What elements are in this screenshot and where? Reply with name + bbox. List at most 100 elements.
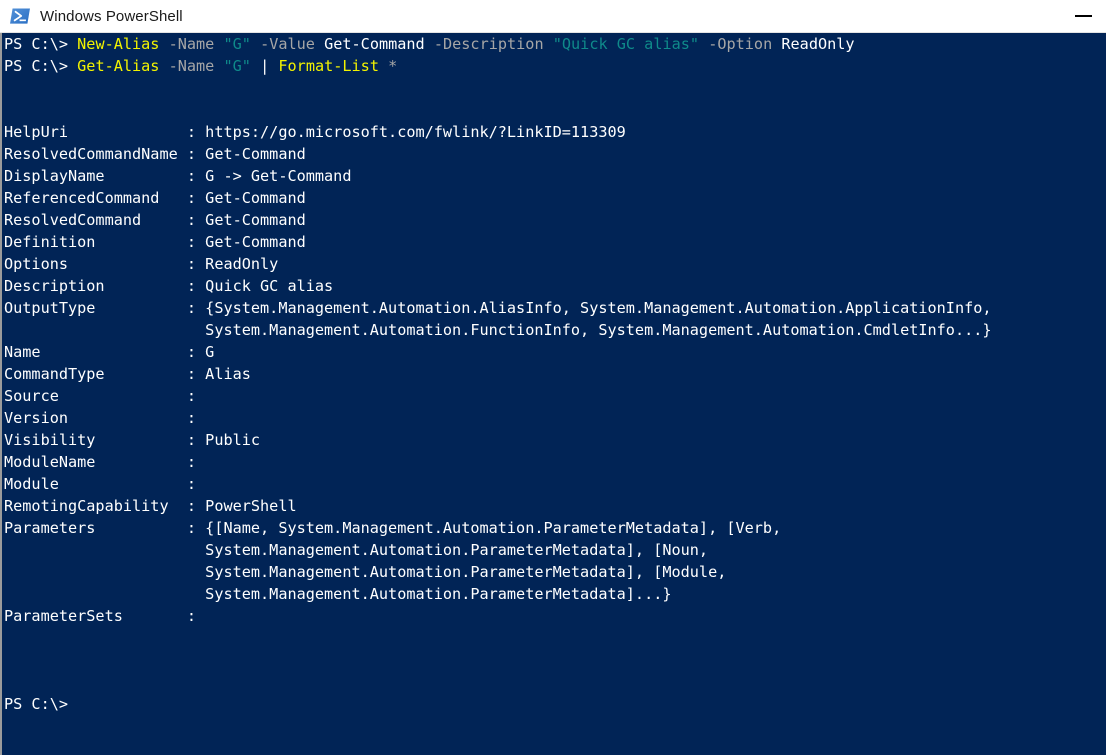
property-separator: : (186, 233, 206, 251)
powershell-icon (10, 8, 30, 24)
property-name: OutputType (4, 299, 187, 317)
trailing-prompt-line[interactable]: PS C:\> (2, 693, 1106, 715)
command-token (251, 57, 260, 75)
property-value: ReadOnly (205, 255, 279, 273)
property-row: Source : (2, 385, 1106, 407)
command-token: -Option (708, 35, 773, 53)
command-token (159, 35, 168, 53)
command-token: Get-Alias (77, 57, 160, 75)
command-token: "Quick GC alias" (552, 35, 700, 53)
property-row: Definition : Get-Command (2, 231, 1106, 253)
property-value-continued: System.Management.Automation.ParameterMe… (205, 585, 672, 603)
property-separator: : (186, 123, 206, 141)
window-title: Windows PowerShell (40, 7, 183, 25)
property-row-continuation: System.Management.Automation.ParameterMe… (2, 539, 1106, 561)
property-value: https://go.microsoft.com/fwlink/?LinkID=… (205, 123, 626, 141)
property-separator: : (186, 387, 206, 405)
property-name: CommandType (4, 365, 187, 383)
property-row: Visibility : Public (2, 429, 1106, 451)
prompt: PS C:\> (4, 57, 78, 75)
command-token: "G" (223, 57, 251, 75)
property-value: Get-Command (205, 145, 306, 163)
property-name: Options (4, 255, 187, 273)
property-value-continued: System.Management.Automation.FunctionInf… (205, 321, 992, 339)
property-name: Visibility (4, 431, 187, 449)
property-value: Get-Command (205, 233, 306, 251)
property-value: Quick GC alias (205, 277, 334, 295)
command-token: New-Alias (77, 35, 160, 53)
continuation-indent (4, 585, 205, 603)
property-separator: : (186, 475, 206, 493)
property-separator: : (186, 519, 206, 537)
property-row: OutputType : {System.Management.Automati… (2, 297, 1106, 319)
property-separator: : (186, 211, 206, 229)
command-token: | (260, 57, 270, 75)
property-separator: : (186, 409, 206, 427)
command-token (315, 35, 324, 53)
property-value: G (205, 343, 215, 361)
property-row: Description : Quick GC alias (2, 275, 1106, 297)
command-token: "G" (223, 35, 251, 53)
command-token (251, 35, 260, 53)
property-row: ReferencedCommand : Get-Command (2, 187, 1106, 209)
command-token (379, 57, 388, 75)
property-name: Definition (4, 233, 187, 251)
property-row: ResolvedCommand : Get-Command (2, 209, 1106, 231)
property-row-continuation: System.Management.Automation.ParameterMe… (2, 561, 1106, 583)
console-area[interactable]: PS C:\> New-Alias -Name "G" -Value Get-C… (0, 33, 1106, 755)
command-token (699, 35, 708, 53)
command-token: Get-Command (324, 35, 425, 53)
property-value: {[Name, System.Management.Automation.Par… (205, 519, 782, 537)
property-value-continued: System.Management.Automation.ParameterMe… (205, 563, 727, 581)
continuation-indent (4, 321, 205, 339)
command-token: -Description (433, 35, 544, 53)
minimize-button[interactable] (1060, 0, 1106, 33)
command-line-2[interactable]: PS C:\> Get-Alias -Name "G" | Format-Lis… (2, 55, 1106, 77)
property-row: ResolvedCommandName : Get-Command (2, 143, 1106, 165)
property-value: PowerShell (205, 497, 297, 515)
property-row-continuation: System.Management.Automation.FunctionInf… (2, 319, 1106, 341)
property-row: Parameters : {[Name, System.Management.A… (2, 517, 1106, 539)
property-separator: : (186, 145, 206, 163)
property-separator: : (186, 189, 206, 207)
command-token: ReadOnly (781, 35, 855, 53)
property-name: ResolvedCommand (4, 211, 187, 229)
property-separator: : (186, 607, 206, 625)
title-bar-left: Windows PowerShell (0, 5, 183, 27)
property-name: ModuleName (4, 453, 187, 471)
property-value: Alias (205, 365, 251, 383)
property-name: Source (4, 387, 187, 405)
property-separator: : (186, 277, 206, 295)
property-separator: : (186, 299, 206, 317)
command-token: -Name (168, 35, 215, 53)
property-name: Description (4, 277, 187, 295)
command-token: * (388, 57, 398, 75)
property-value-continued: System.Management.Automation.ParameterMe… (205, 541, 709, 559)
property-name: HelpUri (4, 123, 187, 141)
property-separator: : (186, 497, 206, 515)
property-value: Public (205, 431, 261, 449)
property-row: DisplayName : G -> Get-Command (2, 165, 1106, 187)
powershell-window: Windows PowerShell PS C:\> New-Alias -Na… (0, 0, 1106, 755)
minimize-icon (1074, 15, 1092, 17)
property-name: Parameters (4, 519, 187, 537)
property-name: DisplayName (4, 167, 187, 185)
command-token: -Name (168, 57, 215, 75)
property-name: Module (4, 475, 187, 493)
console-text-buffer: PS C:\> New-Alias -Name "G" -Value Get-C… (2, 33, 1106, 755)
property-row-continuation: System.Management.Automation.ParameterMe… (2, 583, 1106, 605)
prompt: PS C:\> (4, 695, 69, 713)
command-token (425, 35, 434, 53)
property-separator: : (186, 453, 206, 471)
property-name: ParameterSets (4, 607, 187, 625)
command-line-1[interactable]: PS C:\> New-Alias -Name "G" -Value Get-C… (2, 33, 1106, 55)
command-token: -Value (260, 35, 315, 53)
property-row: CommandType : Alias (2, 363, 1106, 385)
property-value: Get-Command (205, 211, 306, 229)
property-row: Version : (2, 407, 1106, 429)
command-token (544, 35, 553, 53)
